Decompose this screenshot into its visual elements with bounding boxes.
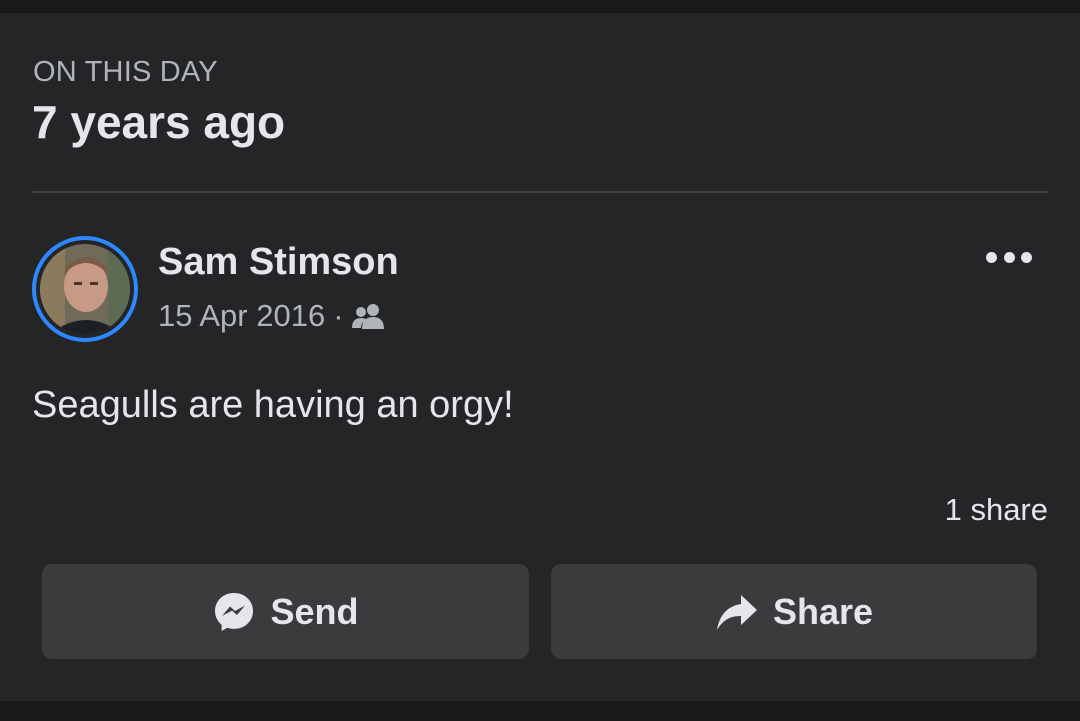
share-label: Share bbox=[772, 590, 874, 632]
divider bbox=[32, 191, 1048, 193]
messenger-icon bbox=[212, 590, 256, 634]
more-options-icon[interactable] bbox=[986, 248, 1032, 266]
friends-icon bbox=[351, 303, 386, 329]
post-date[interactable]: 15 Apr 2016 bbox=[158, 298, 325, 334]
share-count[interactable]: 1 share bbox=[945, 492, 1048, 528]
more-dot bbox=[1021, 251, 1032, 263]
share-button[interactable]: Share bbox=[551, 564, 1037, 659]
post-meta: 15 Apr 2016 · bbox=[158, 298, 386, 334]
avatar[interactable] bbox=[40, 244, 130, 334]
more-dot bbox=[1003, 251, 1015, 263]
share-arrow-icon bbox=[715, 591, 759, 633]
send-label: Send bbox=[270, 590, 359, 632]
meta-separator: · bbox=[333, 298, 344, 333]
memory-eyebrow: ON THIS DAY bbox=[33, 56, 218, 88]
more-dot bbox=[986, 251, 997, 263]
author-name[interactable]: Sam Stimson bbox=[158, 240, 399, 284]
post-text: Seagulls are having an orgy! bbox=[32, 384, 514, 426]
memory-heading: 7 years ago bbox=[32, 96, 286, 148]
send-button[interactable]: Send bbox=[42, 564, 529, 659]
